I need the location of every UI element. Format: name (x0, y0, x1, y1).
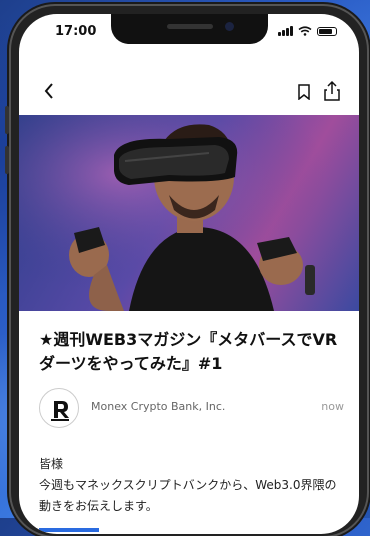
back-icon[interactable] (43, 82, 55, 100)
volume-down-button (5, 146, 9, 174)
hero-image (19, 115, 359, 311)
nav-bar (19, 78, 359, 108)
article-body: 皆様 今週もマネックスクリプトバンクから、Web3.0界隈の動きをお伝えします。 (39, 454, 344, 517)
author-row[interactable]: Monex Crypto Bank, Inc. now (39, 388, 344, 430)
notch (111, 14, 268, 44)
greeting: 皆様 (39, 457, 64, 471)
speaker (167, 24, 213, 29)
phone-screen: 17:00 ★週刊WEB3マガジン『メタバースでVRダーツをやってみた』#1 M… (19, 14, 359, 534)
monex-logo-icon (51, 401, 69, 421)
status-icons (278, 26, 337, 36)
volume-up-button (5, 106, 9, 134)
bookmark-icon[interactable] (297, 84, 311, 100)
link-underline (39, 528, 99, 532)
battery-icon (317, 26, 337, 36)
signal-icon (278, 26, 293, 36)
post-timestamp: now (321, 400, 344, 413)
status-time: 17:00 (55, 24, 97, 39)
share-icon[interactable] (323, 80, 341, 102)
avatar[interactable] (39, 388, 79, 428)
author-name[interactable]: Monex Crypto Bank, Inc. (91, 400, 225, 413)
article-title: ★週刊WEB3マガジン『メタバースでVRダーツをやってみた』#1 (39, 330, 338, 373)
phone-frame: 17:00 ★週刊WEB3マガジン『メタバースでVRダーツをやってみた』#1 M… (5, 6, 367, 536)
intro-text: 今週もマネックスクリプトバンクから、Web3.0界隈の動きをお伝えします。 (39, 478, 337, 513)
wifi-icon (298, 26, 312, 36)
camera (225, 22, 234, 31)
